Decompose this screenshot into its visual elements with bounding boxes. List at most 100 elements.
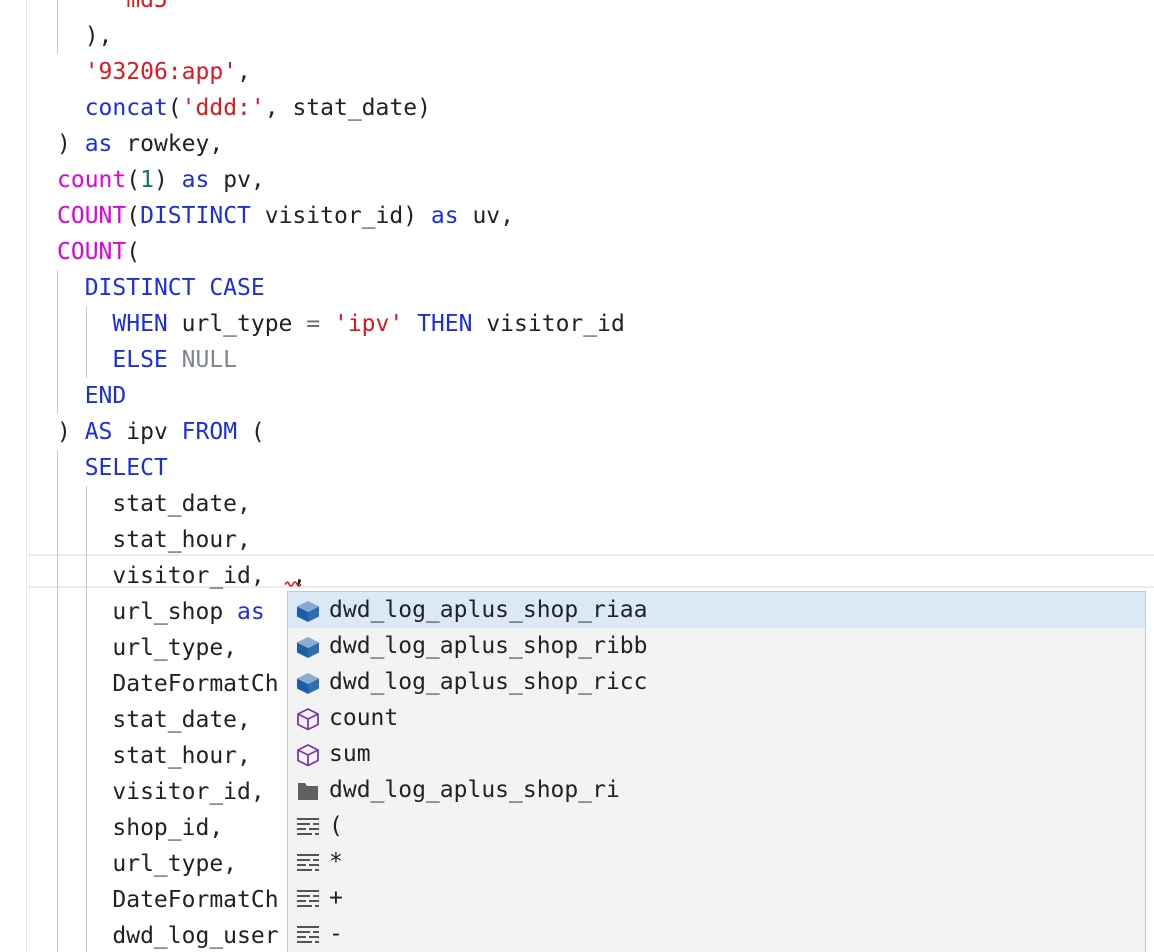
code-line[interactable]: stat_date, bbox=[57, 702, 251, 738]
autocomplete-item[interactable]: dwd_log_aplus_shop_ribb bbox=[288, 628, 1145, 664]
code-line[interactable]: dwd_log_user bbox=[57, 918, 278, 952]
code-token: DISTINCT bbox=[140, 203, 251, 229]
code-line[interactable]: DateFormatCh bbox=[57, 666, 279, 702]
code-token: ) bbox=[57, 419, 85, 445]
code-token: 'ipv' bbox=[333, 311, 404, 337]
gutter-edge bbox=[26, 0, 27, 952]
code-line[interactable]: stat_hour, bbox=[57, 738, 251, 774]
table-icon bbox=[295, 598, 321, 622]
code-line[interactable]: '93206:app', bbox=[57, 54, 251, 90]
code-token: DateFormatCh bbox=[57, 671, 279, 697]
code-token: pv, bbox=[209, 167, 265, 193]
sql-editor[interactable]: 'md5 ), '93206:app', concat('ddd:', stat… bbox=[0, 0, 1154, 952]
code-line[interactable]: ELSE NULL bbox=[57, 342, 237, 378]
code-line[interactable]: DateFormatCh bbox=[57, 882, 279, 918]
autocomplete-item-label: ( bbox=[329, 813, 343, 839]
code-token: ELSE bbox=[112, 347, 168, 373]
autocomplete-item-label: sum bbox=[329, 741, 371, 767]
code-token: , bbox=[237, 59, 251, 85]
autocomplete-item[interactable]: ( bbox=[288, 808, 1145, 844]
code-token: COUNT bbox=[57, 239, 127, 265]
code-token: ) bbox=[57, 131, 85, 157]
code-token: stat_hour, bbox=[57, 743, 251, 769]
code-token: url_shop bbox=[57, 599, 238, 625]
code-token: url_type, bbox=[57, 851, 238, 877]
code-token: ipv bbox=[112, 419, 182, 445]
autocomplete-item-label: - bbox=[329, 921, 343, 947]
autocomplete-item[interactable]: count bbox=[288, 700, 1145, 736]
code-token: stat_date, bbox=[57, 707, 251, 733]
code-line[interactable]: ) as rowkey, bbox=[57, 126, 223, 162]
autocomplete-item[interactable]: dwd_log_aplus_shop_ricc bbox=[288, 664, 1145, 700]
code-token: ( bbox=[126, 203, 141, 229]
code-line[interactable]: visitor_id, , bbox=[57, 558, 306, 594]
code-line[interactable]: END bbox=[57, 378, 127, 414]
code-token: concat bbox=[84, 95, 168, 121]
code-line[interactable]: stat_hour, bbox=[57, 522, 251, 558]
code-line[interactable]: SELECT bbox=[57, 450, 168, 486]
autocomplete-item[interactable]: - bbox=[288, 916, 1145, 952]
autocomplete-item[interactable]: sum bbox=[288, 736, 1145, 772]
code-line[interactable]: stat_date, bbox=[57, 486, 251, 522]
code-token: WHEN bbox=[112, 311, 168, 337]
code-line[interactable]: 'md5 bbox=[57, 0, 168, 18]
code-token: url_type bbox=[167, 311, 307, 337]
error-squiggle bbox=[285, 581, 301, 587]
code-token: visitor_id bbox=[472, 311, 625, 337]
code-line[interactable]: COUNT( bbox=[57, 234, 140, 270]
autocomplete-item-label: dwd_log_aplus_shop_ribb bbox=[329, 633, 648, 659]
code-line[interactable]: concat('ddd:', stat_date) bbox=[57, 90, 431, 126]
code-line[interactable]: visitor_id, bbox=[57, 774, 264, 810]
table-icon bbox=[295, 670, 321, 694]
autocomplete-item-label: dwd_log_aplus_shop_ri bbox=[329, 777, 620, 803]
code-token: '93206:app' bbox=[84, 59, 238, 85]
code-token: ( bbox=[237, 419, 265, 445]
code-token: ( bbox=[126, 239, 141, 265]
snippet-icon bbox=[295, 886, 321, 910]
code-token: THEN bbox=[417, 311, 473, 337]
code-line[interactable]: DISTINCT CASE bbox=[57, 270, 265, 306]
code-token: COUNT bbox=[57, 203, 127, 229]
code-line[interactable]: WHEN url_type = 'ipv' THEN visitor_id bbox=[57, 306, 625, 342]
autocomplete-item-label: * bbox=[329, 849, 343, 875]
code-token: as bbox=[430, 203, 459, 229]
code-token: as bbox=[84, 131, 113, 157]
code-line[interactable]: count(1) as pv, bbox=[57, 162, 265, 198]
code-token: , stat_date) bbox=[264, 95, 431, 121]
autocomplete-item[interactable]: dwd_log_aplus_shop_ri bbox=[288, 772, 1145, 808]
autocomplete-popup[interactable]: dwd_log_aplus_shop_riaa dwd_log_aplus_sho… bbox=[287, 591, 1146, 952]
code-token: url_type, bbox=[57, 635, 238, 661]
code-line[interactable]: shop_id, bbox=[57, 810, 223, 846]
code-token: shop_id, bbox=[57, 815, 224, 841]
code-line[interactable]: ) AS ipv FROM ( bbox=[57, 414, 265, 450]
code-token: ( bbox=[126, 167, 141, 193]
code-line[interactable]: ), bbox=[57, 18, 113, 54]
snippet-icon bbox=[295, 922, 321, 946]
autocomplete-item[interactable]: dwd_log_aplus_shop_riaa bbox=[288, 592, 1145, 628]
code-token: DISTINCT CASE bbox=[84, 275, 265, 301]
code-token: AS bbox=[84, 419, 113, 445]
autocomplete-item[interactable]: * bbox=[288, 844, 1145, 880]
code-token: 'md5 bbox=[57, 0, 168, 13]
code-line[interactable]: url_shop as bbox=[57, 594, 264, 630]
code-token: stat_hour, bbox=[57, 527, 251, 553]
code-line[interactable]: COUNT(DISTINCT visitor_id) as uv, bbox=[57, 198, 514, 234]
code-token: SELECT bbox=[84, 455, 168, 481]
autocomplete-item-label: count bbox=[329, 705, 399, 731]
autocomplete-item-label: dwd_log_aplus_shop_ricc bbox=[329, 669, 648, 695]
folder-icon bbox=[295, 778, 321, 802]
autocomplete-item-label: dwd_log_aplus_shop_riaa bbox=[329, 597, 648, 623]
code-line[interactable]: url_type, bbox=[57, 630, 237, 666]
code-token: as bbox=[181, 167, 210, 193]
code-token: ), bbox=[57, 23, 113, 49]
code-token: DateFormatCh bbox=[57, 887, 279, 913]
code-token: stat_date, bbox=[57, 491, 251, 517]
autocomplete-item[interactable]: + bbox=[288, 880, 1145, 916]
code-line[interactable]: url_type, bbox=[57, 846, 237, 882]
